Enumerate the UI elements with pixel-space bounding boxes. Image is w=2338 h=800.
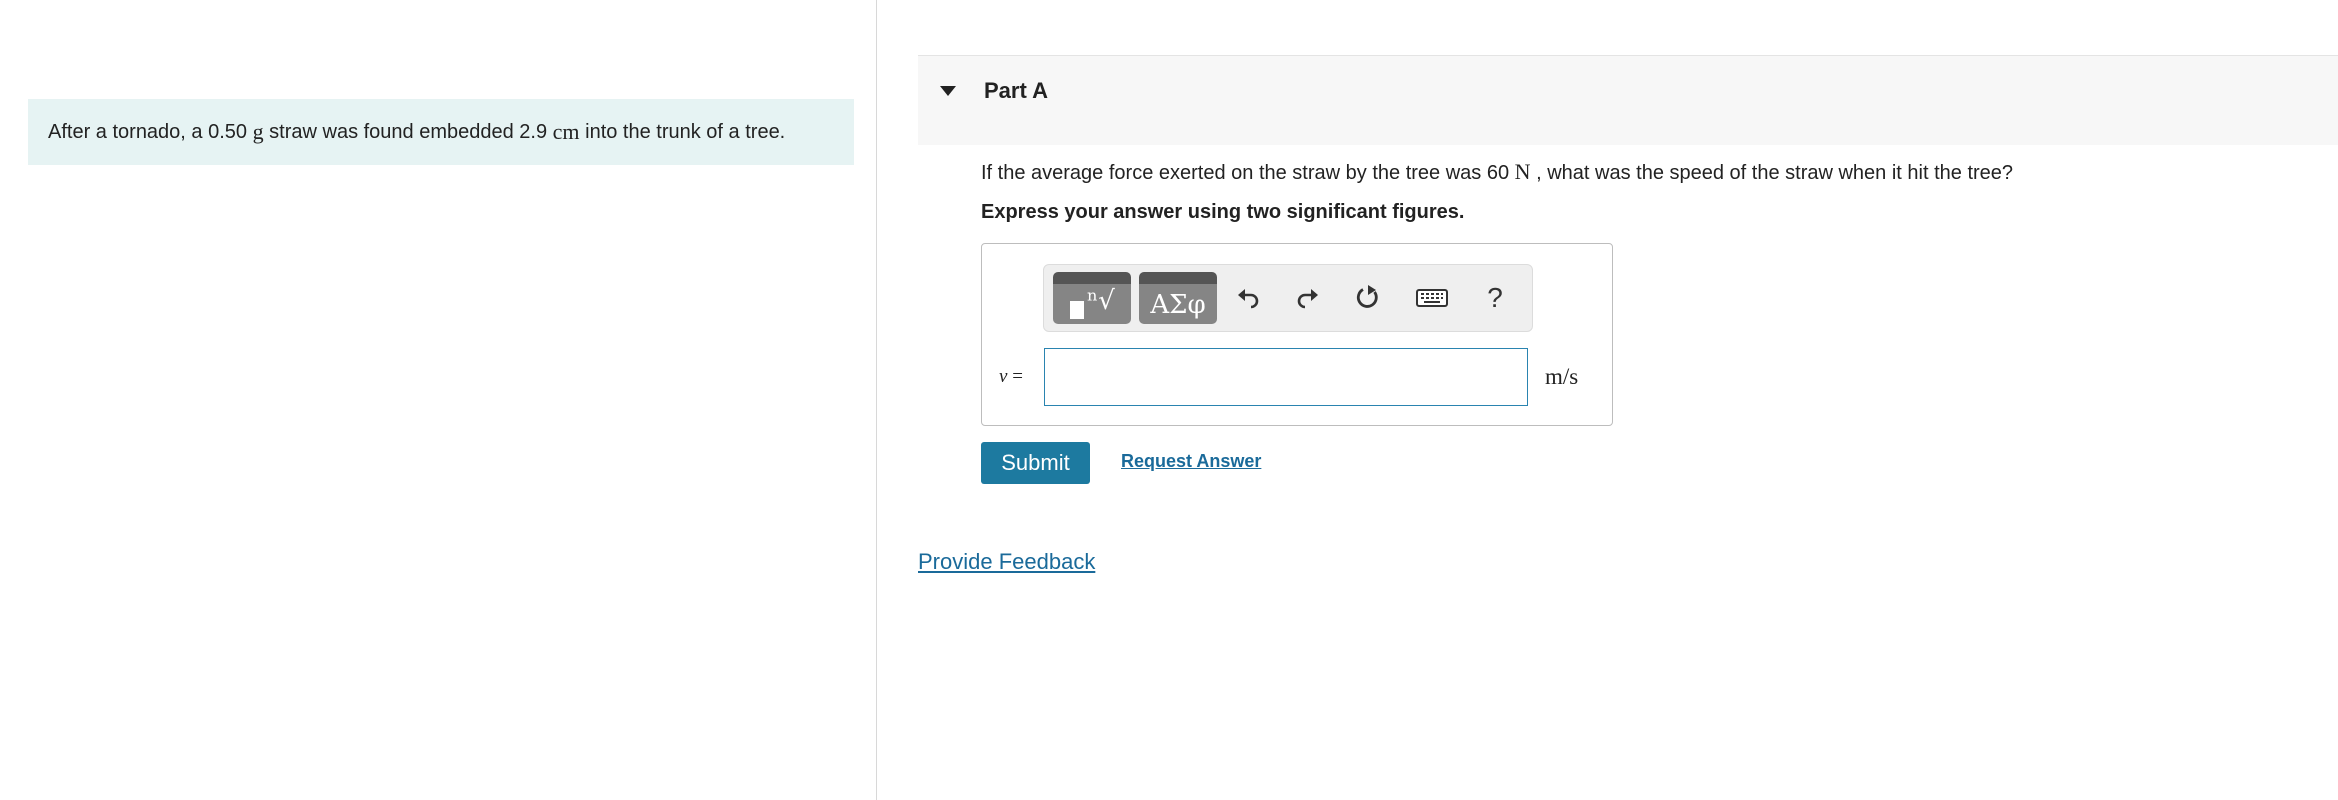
- submit-button[interactable]: Submit: [981, 442, 1090, 484]
- mass-unit: g: [252, 119, 264, 144]
- problem-statement: After a tornado, a 0.50 g straw was foun…: [28, 99, 854, 165]
- answer-input[interactable]: [1044, 348, 1528, 406]
- symbols-button[interactable]: ΑΣφ: [1139, 272, 1217, 324]
- undo-icon[interactable]: [1231, 281, 1265, 315]
- templates-button[interactable]: ⁿ√: [1053, 272, 1131, 324]
- problem-text-post: into the trunk of a tree.: [585, 120, 786, 143]
- part-header[interactable]: Part A: [918, 55, 2338, 145]
- radical-icon: ⁿ√: [1087, 286, 1115, 316]
- equals-sign: =: [1012, 366, 1023, 387]
- problem-text-pre: After a tornado, a 0.50: [48, 120, 248, 143]
- depth-unit: cm: [552, 119, 580, 144]
- variable-symbol: v: [999, 366, 1008, 387]
- redo-icon[interactable]: [1291, 281, 1325, 315]
- request-answer-link[interactable]: Request Answer: [1121, 451, 1261, 472]
- templates-icon: [1070, 301, 1084, 319]
- reset-icon[interactable]: [1351, 281, 1385, 315]
- answer-unit: m/s: [1545, 364, 1579, 389]
- variable-label: v =: [999, 366, 1023, 388]
- math-toolbar: ⁿ√ ΑΣφ ?: [1043, 264, 1533, 332]
- force-unit: N: [1514, 159, 1531, 184]
- help-button[interactable]: ?: [1478, 281, 1512, 315]
- symbols-label: ΑΣφ: [1150, 290, 1206, 320]
- left-pane: After a tornado, a 0.50 g straw was foun…: [0, 0, 876, 800]
- answer-box: ⁿ√ ΑΣφ ? v = m/s: [981, 243, 1613, 426]
- collapse-caret-icon[interactable]: [940, 86, 956, 96]
- keyboard-icon[interactable]: [1415, 281, 1449, 315]
- provide-feedback-link[interactable]: Provide Feedback: [918, 549, 1095, 575]
- question-post: , what was the speed of the straw when i…: [1536, 162, 2014, 184]
- pane-divider: [876, 0, 877, 800]
- question-pre: If the average force exerted on the stra…: [981, 162, 1510, 184]
- question-text: If the average force exerted on the stra…: [981, 159, 2013, 185]
- answer-instruction: Express your answer using two significan…: [981, 201, 1465, 223]
- problem-text-mid: straw was found embedded 2.9: [269, 120, 548, 143]
- part-title: Part A: [984, 78, 1048, 103]
